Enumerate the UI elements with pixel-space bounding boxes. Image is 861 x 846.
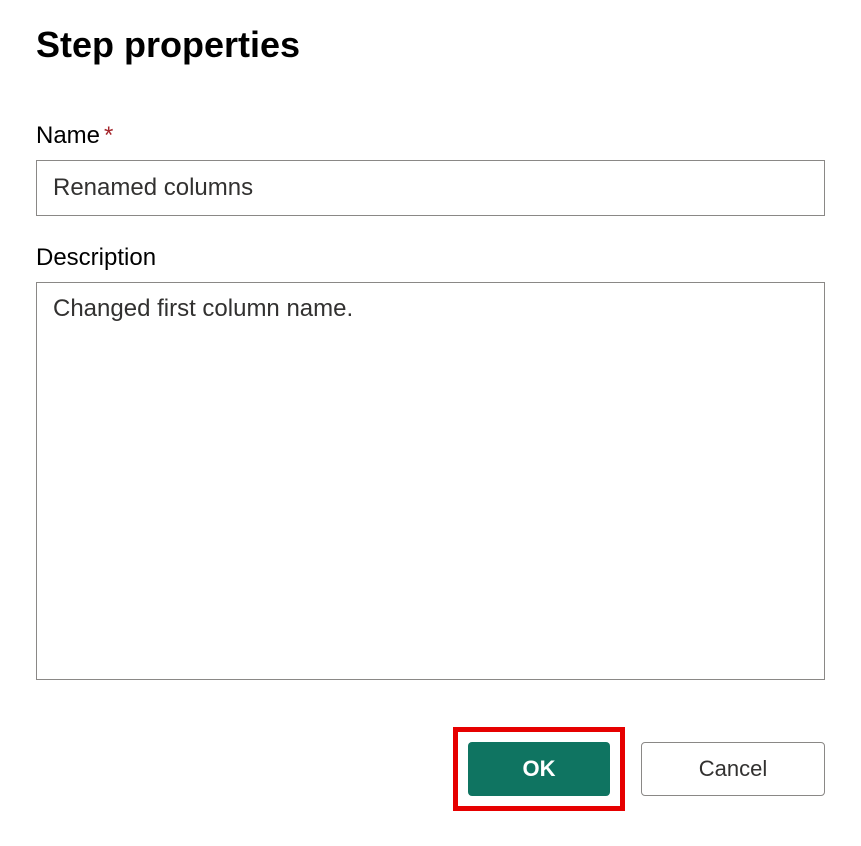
name-label: Name* — [36, 122, 825, 150]
cancel-button[interactable]: Cancel — [641, 742, 825, 796]
name-input[interactable] — [36, 160, 825, 216]
ok-button-highlight: OK — [453, 727, 625, 811]
description-input[interactable]: Changed first column name. — [36, 282, 825, 680]
name-label-text: Name — [36, 122, 100, 149]
ok-button[interactable]: OK — [468, 742, 610, 796]
name-field: Name* — [36, 122, 825, 216]
required-asterisk-icon: * — [104, 122, 113, 149]
description-field: Description Changed first column name. — [36, 244, 825, 685]
button-row: OK Cancel — [36, 727, 825, 811]
dialog-title: Step properties — [36, 24, 825, 66]
description-label: Description — [36, 244, 825, 272]
